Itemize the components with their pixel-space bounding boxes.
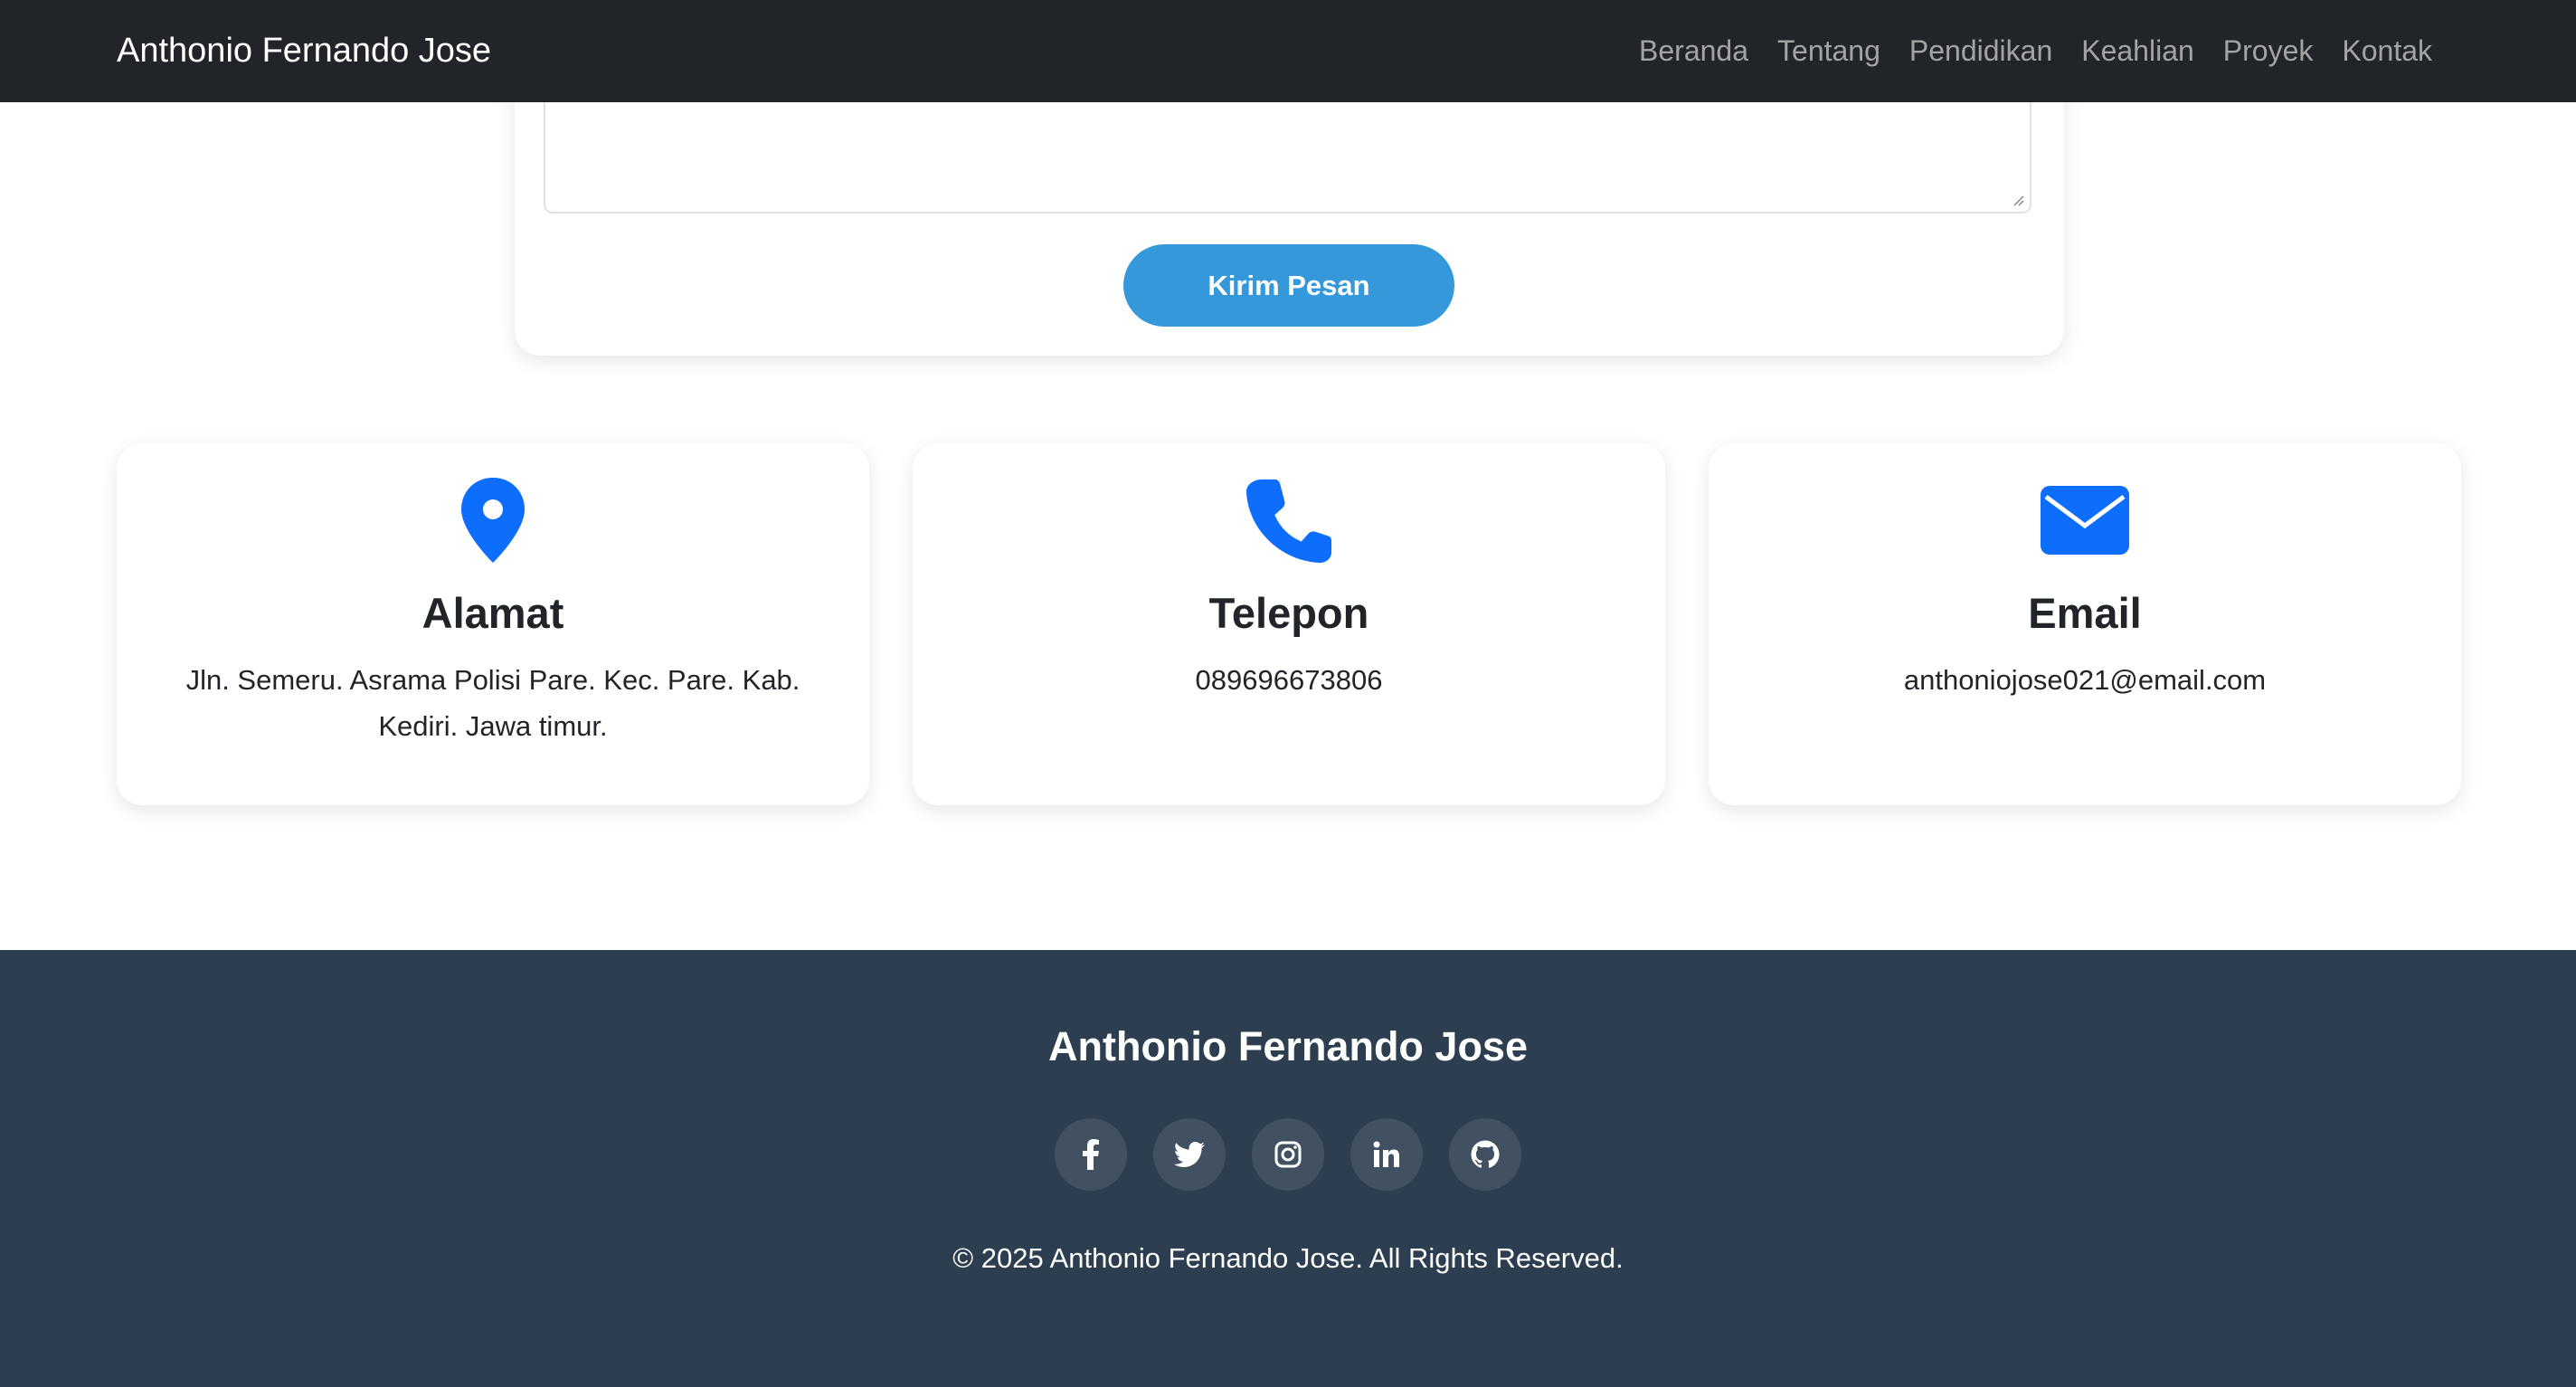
twitter-link[interactable] xyxy=(1153,1118,1226,1191)
nav-link-keahlian[interactable]: Keahlian xyxy=(2067,34,2209,68)
navbar: Anthonio Fernando Jose Beranda Tentang P… xyxy=(0,0,2576,102)
nav-link-proyek[interactable]: Proyek xyxy=(2209,34,2328,68)
address-text: Jln. Semeru. Asrama Polisi Pare. Kec. Pa… xyxy=(185,664,800,742)
nav-link-pendidikan[interactable]: Pendidikan xyxy=(1895,34,2067,68)
address-title: Alamat xyxy=(421,589,564,637)
send-message-button[interactable]: Kirim Pesan xyxy=(1123,244,1454,327)
social-links xyxy=(0,1118,2576,1191)
nav-link-tentang[interactable]: Tentang xyxy=(1763,34,1895,68)
email-text: anthoniojose021@email.com xyxy=(1903,664,2267,696)
instagram-icon xyxy=(1274,1141,1302,1168)
phone-text: 089696673806 xyxy=(1195,664,1383,696)
linkedin-icon xyxy=(1373,1141,1399,1167)
nav-links: Beranda Tentang Pendidikan Keahlian Proy… xyxy=(1624,0,2447,102)
phone-icon xyxy=(1239,470,1339,570)
linkedin-link[interactable] xyxy=(1350,1118,1423,1191)
phone-title: Telepon xyxy=(1208,589,1369,637)
twitter-icon xyxy=(1174,1142,1205,1167)
facebook-link[interactable] xyxy=(1055,1118,1127,1191)
github-icon xyxy=(1471,1140,1500,1168)
nav-link-beranda[interactable]: Beranda xyxy=(1624,34,1763,68)
address-card: Alamat Jln. Semeru. Asrama Polisi Pare. … xyxy=(117,443,869,805)
facebook-icon xyxy=(1083,1139,1099,1170)
github-link[interactable] xyxy=(1449,1118,1521,1191)
email-title: Email xyxy=(2028,589,2142,637)
copyright-text: © 2025 Anthonio Fernando Jose. All Right… xyxy=(952,1242,1624,1274)
resize-grip-icon[interactable] xyxy=(2012,194,2024,206)
navbar-brand[interactable]: Anthonio Fernando Jose xyxy=(117,0,491,102)
nav-link-kontak[interactable]: Kontak xyxy=(2327,34,2447,68)
footer-name: Anthonio Fernando Jose xyxy=(1047,1023,1528,1069)
instagram-link[interactable] xyxy=(1252,1118,1324,1191)
envelope-icon xyxy=(2035,470,2135,570)
footer: Anthonio Fernando Jose © 2025 Anthonio F… xyxy=(0,950,2576,1387)
email-card: Email anthoniojose021@email.com xyxy=(1709,443,2461,805)
map-pin-icon xyxy=(443,470,543,570)
phone-card: Telepon 089696673806 xyxy=(913,443,1665,805)
